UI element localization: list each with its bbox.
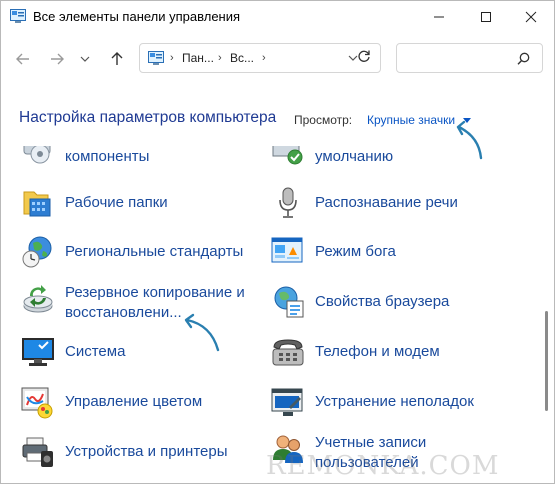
list-item-label: компоненты (65, 148, 150, 165)
list-item-label: Телефон и модем (315, 343, 440, 360)
vertical-scrollbar[interactable] (545, 311, 548, 411)
list-item-label: Система (65, 343, 126, 360)
work-folders-icon (23, 191, 51, 217)
title-bar[interactable]: Все элементы панели управления (1, 1, 554, 33)
control-panel-app-icon (10, 9, 26, 23)
minimize-icon (434, 16, 444, 18)
control-panel-items: компоненты Рабочие папки Региональные ст… (1, 146, 554, 483)
list-item-label: Устройства и принтеры (65, 443, 228, 460)
list-item-label-line1: Резервное копирование и (65, 284, 245, 301)
breadcrumb-all-items[interactable]: Вс... (230, 51, 254, 65)
default-programs-icon (272, 146, 303, 165)
list-item-troubleshooting[interactable]: Устранение неполадок (271, 385, 531, 429)
maximize-button[interactable] (463, 1, 509, 33)
chevron-down-icon (80, 56, 90, 62)
list-item-system[interactable]: Система (21, 335, 261, 379)
phone-modem-icon (272, 339, 304, 366)
list-item-programs-features[interactable]: компоненты (21, 146, 261, 186)
view-by-dropdown[interactable]: Крупные значки (367, 113, 455, 127)
list-item-label: Управление цветом (65, 393, 203, 410)
list-item-label: Рабочие папки (65, 194, 168, 211)
breadcrumb-separator-icon: › (218, 52, 222, 64)
list-item-label-line1: Учетные записи (315, 434, 427, 451)
search-input[interactable] (396, 43, 543, 73)
list-item-internet-options[interactable]: Свойства браузера (271, 285, 531, 329)
arrow-up-icon (111, 52, 123, 65)
list-item-backup-restore[interactable]: Резервное копирование и восстановлени... (21, 282, 271, 326)
list-item-label: умолчанию (315, 148, 394, 165)
list-item-phone-modem[interactable]: Телефон и модем (271, 335, 531, 379)
watermark: REMONKA.COM (266, 451, 500, 481)
control-panel-window: Все элементы панели управления › Пан... … (0, 0, 555, 484)
list-item-label: Устранение неполадок (315, 393, 474, 410)
backup-restore-icon (23, 285, 53, 313)
system-icon (22, 338, 54, 366)
list-item-label-line2: восстановлени... (65, 304, 182, 321)
window-title: Все элементы панели управления (33, 9, 241, 24)
list-item-color-management[interactable]: Управление цветом (21, 385, 261, 429)
god-mode-icon (271, 237, 303, 263)
arrow-left-icon (16, 53, 29, 65)
list-item-label: Распознавание речи (315, 194, 458, 211)
breadcrumb-control-panel[interactable]: Пан... (182, 51, 214, 65)
breadcrumb-separator-icon: › (170, 52, 174, 64)
close-button[interactable] (508, 1, 554, 33)
control-panel-icon (148, 51, 164, 65)
list-item-label: Режим бога (315, 243, 396, 260)
view-by-label: Просмотр: (294, 113, 353, 127)
maximize-icon (481, 12, 491, 22)
search-icon (517, 52, 530, 65)
caret-down-icon[interactable] (463, 118, 471, 123)
page-title: Настройка параметров компьютера (19, 109, 277, 126)
color-management-icon (21, 387, 53, 419)
list-item-label: Свойства браузера (315, 293, 450, 310)
troubleshooting-icon (271, 388, 303, 416)
up-button[interactable] (103, 45, 131, 73)
forward-button[interactable] (43, 45, 71, 73)
back-button[interactable] (9, 45, 37, 73)
refresh-icon (358, 50, 370, 62)
internet-options-icon (274, 286, 304, 318)
breadcrumb-separator-icon: › (262, 52, 266, 64)
list-item-work-folders[interactable]: Рабочие папки (21, 186, 261, 230)
programs-features-icon (23, 146, 51, 164)
list-item-speech-recognition[interactable]: Распознавание речи (271, 186, 531, 230)
list-item-god-mode[interactable]: Режим бога (271, 235, 531, 279)
address-bar[interactable]: › Пан... › Вс... › (139, 43, 381, 73)
devices-printers-icon (22, 437, 53, 467)
arrow-right-icon (51, 53, 64, 65)
recent-locations-button[interactable] (71, 45, 99, 73)
navigation-bar: › Пан... › Вс... › (1, 37, 554, 81)
region-icon (22, 236, 52, 268)
list-item-label: Региональные стандарты (65, 243, 244, 260)
refresh-button[interactable] (351, 42, 377, 70)
list-item-devices-printers[interactable]: Устройства и принтеры (21, 435, 261, 479)
minimize-button[interactable] (416, 1, 462, 33)
list-item-region[interactable]: Региональные стандарты (21, 235, 261, 279)
close-icon (525, 11, 537, 23)
list-item-default-programs[interactable]: умолчанию (271, 146, 531, 186)
speech-recognition-icon (279, 187, 297, 218)
